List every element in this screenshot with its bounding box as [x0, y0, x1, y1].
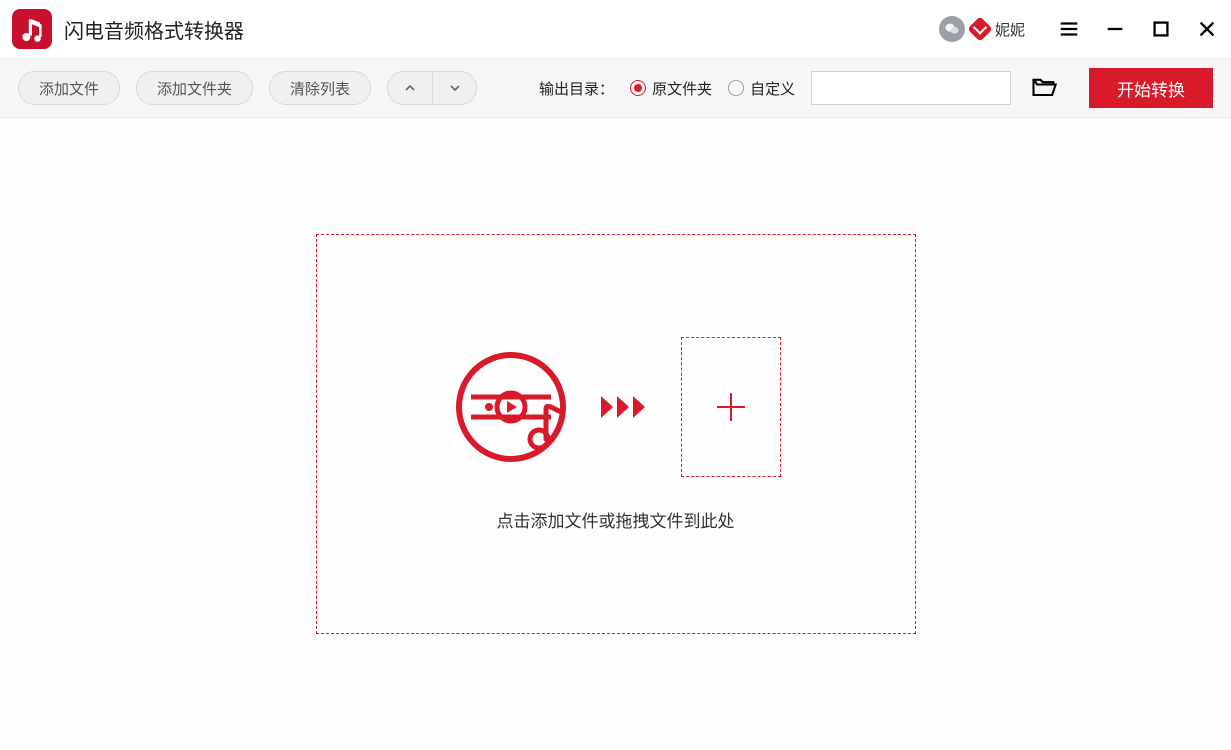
radio-dot-icon: [728, 80, 744, 96]
radio-original-label: 原文件夹: [652, 78, 712, 99]
menu-button[interactable]: [1055, 15, 1083, 43]
reorder-group: [387, 71, 477, 105]
radio-custom-folder[interactable]: 自定义: [728, 78, 795, 99]
username: 妮妮: [995, 19, 1025, 40]
dropzone-hint: 点击添加文件或拖拽文件到此处: [497, 507, 735, 532]
dropzone[interactable]: 点击添加文件或拖拽文件到此处: [316, 234, 916, 634]
titlebar: 闪电音频格式转换器 妮妮: [0, 0, 1231, 58]
output-dir-radio-group: 原文件夹 自定义: [630, 78, 795, 99]
window-controls: [1055, 15, 1221, 43]
arrows-right-icon: [601, 392, 651, 422]
maximize-button[interactable]: [1147, 15, 1175, 43]
radio-dot-icon: [630, 80, 646, 96]
output-dir-label: 输出目录：: [539, 78, 614, 99]
radio-custom-label: 自定义: [750, 78, 795, 99]
move-down-button[interactable]: [432, 72, 476, 104]
move-up-button[interactable]: [388, 72, 432, 104]
app-logo-icon: [12, 9, 52, 49]
plus-icon: [711, 387, 751, 427]
add-folder-button[interactable]: 添加文件夹: [136, 71, 253, 105]
start-convert-button[interactable]: 开始转换: [1089, 68, 1213, 108]
toolbar: 添加文件 添加文件夹 清除列表 输出目录： 原文件夹 自定义 开始转换: [0, 58, 1231, 118]
drop-graphics: [451, 337, 781, 477]
media-disc-icon: [451, 347, 571, 467]
output-path-input[interactable]: [811, 71, 1011, 105]
user-area[interactable]: 妮妮: [939, 16, 1025, 42]
app-title: 闪电音频格式转换器: [64, 15, 244, 44]
minimize-button[interactable]: [1101, 15, 1129, 43]
add-file-button[interactable]: 添加文件: [18, 71, 120, 105]
browse-folder-button[interactable]: [1027, 71, 1061, 105]
clear-list-button[interactable]: 清除列表: [269, 71, 371, 105]
close-button[interactable]: [1193, 15, 1221, 43]
vip-badge-icon: [967, 16, 992, 41]
wechat-icon: [939, 16, 965, 42]
main-area: 点击添加文件或拖拽文件到此处: [0, 118, 1231, 750]
radio-original-folder[interactable]: 原文件夹: [630, 78, 712, 99]
add-box: [681, 337, 781, 477]
